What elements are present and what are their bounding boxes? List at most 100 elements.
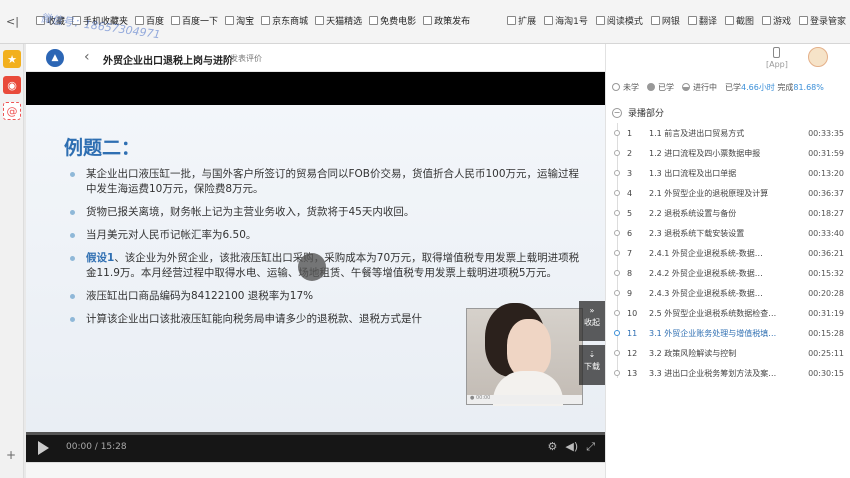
section-header[interactable]: − 录播部分 bbox=[612, 106, 664, 119]
bookmark-item[interactable]: 政策发布 bbox=[423, 14, 470, 27]
status-dot-icon bbox=[614, 190, 620, 196]
lesson-item[interactable]: 13 3.3 进出口企业税务筹划方法及案… 00:30:15 bbox=[614, 363, 844, 383]
slide-bullet-text: 、该企业为外贸企业，该批液压缸出口采购，采购成本为70万元，取得增值税专用发票上… bbox=[86, 252, 580, 279]
lesson-number: 6 bbox=[627, 228, 633, 238]
scissors-icon bbox=[724, 16, 734, 25]
login-manager-button[interactable]: 登录管家 bbox=[798, 14, 846, 27]
bookmark-item[interactable]: 淘宝 bbox=[225, 14, 254, 27]
progress-bar[interactable] bbox=[26, 432, 605, 435]
progress-legend: 未学 已学 进行中 已学4.66小时 完成81.68% bbox=[612, 82, 824, 93]
volume-icon[interactable]: ◀) bbox=[565, 440, 578, 454]
play-icon[interactable] bbox=[38, 441, 49, 455]
bank-icon bbox=[650, 16, 660, 25]
lesson-number: 5 bbox=[627, 208, 633, 218]
lesson-item[interactable]: 3 1.3 出口流程及出口单据 00:13:20 bbox=[614, 163, 844, 183]
rate-link[interactable]: 发表评价 bbox=[230, 53, 262, 64]
legend-in-progress: 进行中 bbox=[682, 82, 717, 93]
star-icon[interactable]: ★ bbox=[3, 50, 21, 68]
bookmark-item[interactable]: 免费电影 bbox=[369, 14, 416, 27]
slide-bullet: 货物已报关离境，财务帐上记为主营业务收入，货款将于45天内收回。 bbox=[70, 205, 580, 220]
lesson-duration: 00:20:28 bbox=[808, 288, 844, 298]
download-icon: ⇣ bbox=[588, 350, 596, 359]
circle-icon bbox=[612, 83, 620, 91]
lesson-title: 2.4.1 外贸企业退税系统-数据… bbox=[649, 248, 763, 258]
lesson-title: 2.1 外贸型企业的退税原理及计算 bbox=[649, 188, 769, 198]
fullscreen-icon[interactable]: ⤢ bbox=[586, 440, 595, 454]
bookmark-item[interactable]: 京东商城 bbox=[261, 14, 308, 27]
status-dot-icon bbox=[614, 230, 620, 236]
chevron-left-icon[interactable]: ‹ bbox=[84, 49, 90, 65]
course-header: ▲ ‹ 外贸企业出口退税上岗与进阶 发表评价 bbox=[26, 44, 605, 72]
lesson-item[interactable]: 2 1.2 进口流程及四小票数据申报 00:31:59 bbox=[614, 143, 844, 163]
page-icon bbox=[369, 16, 379, 25]
status-dot-icon bbox=[614, 310, 620, 316]
lesson-item[interactable]: 5 2.2 退税系统设置与备份 00:18:27 bbox=[614, 203, 844, 223]
lesson-duration: 00:15:32 bbox=[808, 268, 844, 278]
lesson-number: 2 bbox=[627, 148, 633, 158]
status-dot-icon bbox=[614, 150, 620, 156]
loading-spinner bbox=[298, 253, 326, 281]
panel-top: [App] bbox=[606, 44, 850, 77]
lesson-title: 1.3 出口流程及出口单据 bbox=[649, 168, 737, 178]
weibo-icon[interactable]: ◉ bbox=[3, 76, 21, 94]
haitao-button[interactable]: 海淘1号 bbox=[544, 14, 588, 27]
control-icons: ⚙ ◀) ⤢ bbox=[548, 440, 595, 454]
player-side-buttons: » 收起 ⇣ 下载 bbox=[579, 301, 605, 389]
status-dot-icon bbox=[614, 290, 620, 296]
status-bar bbox=[26, 462, 605, 478]
status-dot-icon bbox=[614, 250, 620, 256]
status-dot-icon bbox=[614, 350, 620, 356]
lesson-number: 10 bbox=[627, 308, 638, 318]
lesson-item[interactable]: 11 3.1 外贸企业账务处理与增值税填… 00:15:28 bbox=[614, 323, 844, 343]
grid-icon bbox=[507, 16, 517, 25]
mail-icon[interactable]: @ bbox=[3, 102, 21, 120]
bookmark-item[interactable]: 天猫精选 bbox=[315, 14, 362, 27]
download-button[interactable]: ⇣ 下载 bbox=[579, 345, 605, 385]
lesson-item[interactable]: 1 1.1 前言及进出口贸易方式 00:33:35 bbox=[614, 123, 844, 143]
webcam-overlay: ● 00:00 bbox=[466, 308, 583, 406]
lesson-duration: 00:33:40 bbox=[808, 228, 844, 238]
status-dot-icon bbox=[614, 170, 620, 176]
collapse-section-icon: − bbox=[612, 107, 622, 118]
lesson-duration: 00:31:59 bbox=[808, 148, 844, 158]
lesson-item[interactable]: 9 2.4.3 外贸企业退税系统-数据… 00:20:28 bbox=[614, 283, 844, 303]
extensions-button[interactable]: 扩展 bbox=[507, 14, 536, 27]
video-player[interactable]: 例题二： 某企业出口液压缸一批，与国外客户所签订的贸易合同以FOB价交易，货值折… bbox=[26, 72, 605, 462]
time-display: 00:00 / 15:28 bbox=[66, 442, 127, 452]
page-icon bbox=[261, 16, 271, 25]
collapse-button[interactable]: » 收起 bbox=[579, 301, 605, 341]
lesson-title: 2.4.3 外贸企业退税系统-数据… bbox=[649, 288, 763, 298]
bank-button[interactable]: 网银 bbox=[650, 14, 680, 27]
lesson-duration: 00:33:35 bbox=[808, 128, 844, 138]
lesson-item[interactable]: 10 2.5 外贸型企业退税系统数据检查… 00:31:19 bbox=[614, 303, 844, 323]
lesson-number: 9 bbox=[627, 288, 633, 298]
lesson-item[interactable]: 7 2.4.1 外贸企业退税系统-数据… 00:36:21 bbox=[614, 243, 844, 263]
lesson-item[interactable]: 4 2.1 外贸型企业的退税原理及计算 00:36:37 bbox=[614, 183, 844, 203]
back-icon[interactable]: <| bbox=[6, 15, 19, 28]
lesson-number: 11 bbox=[627, 328, 638, 338]
lesson-title: 3.3 进出口企业税务筹划方法及案… bbox=[649, 368, 777, 378]
add-icon[interactable]: + bbox=[6, 448, 16, 462]
avatar[interactable] bbox=[808, 47, 828, 67]
slide-highlight: 假设1 bbox=[86, 252, 115, 264]
lesson-item[interactable]: 6 2.3 退税系统下载安装设置 00:33:40 bbox=[614, 223, 844, 243]
bookmark-bar: <| 收藏 手机收藏夹 百度 百度一下 淘宝 京东商城 天猫精选 免费电影 政策… bbox=[0, 0, 850, 44]
lesson-number: 13 bbox=[627, 368, 638, 378]
bookmark-item[interactable]: 百度一下 bbox=[171, 14, 218, 27]
settings-icon[interactable]: ⚙ bbox=[548, 440, 558, 454]
lesson-duration: 00:18:27 bbox=[808, 208, 844, 218]
lesson-duration: 00:25:11 bbox=[808, 348, 844, 358]
reader-mode-button[interactable]: 阅读模式 bbox=[595, 14, 643, 27]
lesson-item[interactable]: 12 3.2 政策风险解读与控制 00:25:11 bbox=[614, 343, 844, 363]
status-dot-icon bbox=[614, 330, 620, 336]
lecture-slide: 例题二： 某企业出口液压缸一批，与国外客户所签订的贸易合同以FOB价交易，货值折… bbox=[26, 105, 605, 432]
lesson-item[interactable]: 8 2.4.2 外贸企业退税系统-数据… 00:15:32 bbox=[614, 263, 844, 283]
double-chevron-right-icon: » bbox=[589, 306, 595, 315]
legend-learned: 已学 bbox=[647, 82, 674, 93]
lesson-duration: 00:36:21 bbox=[808, 248, 844, 258]
translate-icon bbox=[687, 16, 697, 25]
screenshot-button[interactable]: 截图 bbox=[724, 14, 754, 27]
translate-button[interactable]: 翻译 bbox=[687, 14, 717, 27]
games-button[interactable]: 游戏 bbox=[761, 14, 791, 27]
app-link[interactable]: [App] bbox=[766, 47, 788, 69]
